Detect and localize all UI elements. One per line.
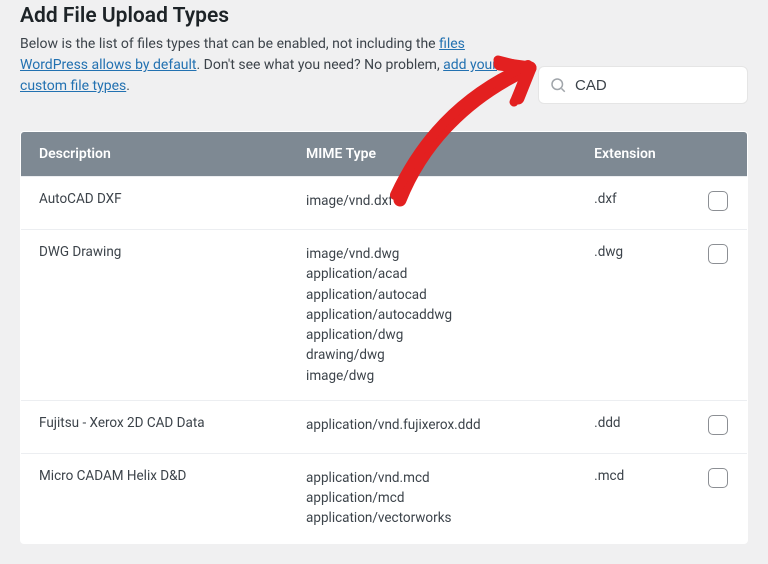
table-row: AutoCAD DXF image/vnd.dxf .dxf <box>21 177 748 230</box>
cell-extension: .ddd <box>576 400 689 453</box>
enable-checkbox[interactable] <box>708 244 728 264</box>
intro-text: Below is the list of files types that ca… <box>20 34 520 97</box>
mime-value: application/autocad <box>306 285 558 305</box>
cell-mime: application/vnd.mcdapplication/mcdapplic… <box>288 453 576 543</box>
mime-value: application/acad <box>306 264 558 284</box>
cell-description: Fujitsu - Xerox 2D CAD Data <box>21 400 289 453</box>
mime-value: application/vnd.fujixerox.ddd <box>306 415 558 435</box>
col-checkbox <box>689 132 747 177</box>
intro-part2: . Don't see what you need? No problem, <box>197 57 444 73</box>
mime-value: application/dwg <box>306 325 558 345</box>
table-row: Micro CADAM Helix D&Dapplication/vnd.mcd… <box>21 453 748 543</box>
mime-value: drawing/dwg <box>306 345 558 365</box>
search-box[interactable] <box>538 66 748 104</box>
file-types-table: Description MIME Type Extension AutoCAD … <box>20 131 748 544</box>
cell-mime: image/vnd.dxf <box>288 177 576 230</box>
mime-value: application/vectorworks <box>306 508 558 528</box>
mime-value: image/vnd.dxf <box>306 191 558 211</box>
intro-part3: . <box>126 78 130 94</box>
enable-checkbox[interactable] <box>708 468 728 488</box>
mime-value: application/vnd.mcd <box>306 468 558 488</box>
mime-value: image/dwg <box>306 366 558 386</box>
cell-checkbox <box>689 400 747 453</box>
mime-value: application/mcd <box>306 488 558 508</box>
cell-description: DWG Drawing <box>21 230 289 401</box>
enable-checkbox[interactable] <box>708 191 728 211</box>
mime-value: image/vnd.dwg <box>306 244 558 264</box>
cell-extension: .mcd <box>576 453 689 543</box>
cell-extension: .dwg <box>576 230 689 401</box>
search-icon <box>549 76 567 94</box>
search-input[interactable] <box>575 77 737 94</box>
col-mime: MIME Type <box>288 132 576 177</box>
page-title: Add File Upload Types <box>20 4 748 28</box>
col-description: Description <box>21 132 289 177</box>
col-extension: Extension <box>576 132 689 177</box>
cell-extension: .dxf <box>576 177 689 230</box>
table-row: DWG Drawingimage/vnd.dwgapplication/acad… <box>21 230 748 401</box>
header-area: Add File Upload Types Below is the list … <box>20 4 748 97</box>
cell-description: Micro CADAM Helix D&D <box>21 453 289 543</box>
cell-mime: image/vnd.dwgapplication/acadapplication… <box>288 230 576 401</box>
intro-part1: Below is the list of files types that ca… <box>20 36 439 52</box>
cell-checkbox <box>689 453 747 543</box>
cell-checkbox <box>689 177 747 230</box>
cell-description: AutoCAD DXF <box>21 177 289 230</box>
cell-mime: application/vnd.fujixerox.ddd <box>288 400 576 453</box>
mime-value: application/autocaddwg <box>306 305 558 325</box>
table-row: Fujitsu - Xerox 2D CAD Data application/v… <box>21 400 748 453</box>
enable-checkbox[interactable] <box>708 415 728 435</box>
cell-checkbox <box>689 230 747 401</box>
